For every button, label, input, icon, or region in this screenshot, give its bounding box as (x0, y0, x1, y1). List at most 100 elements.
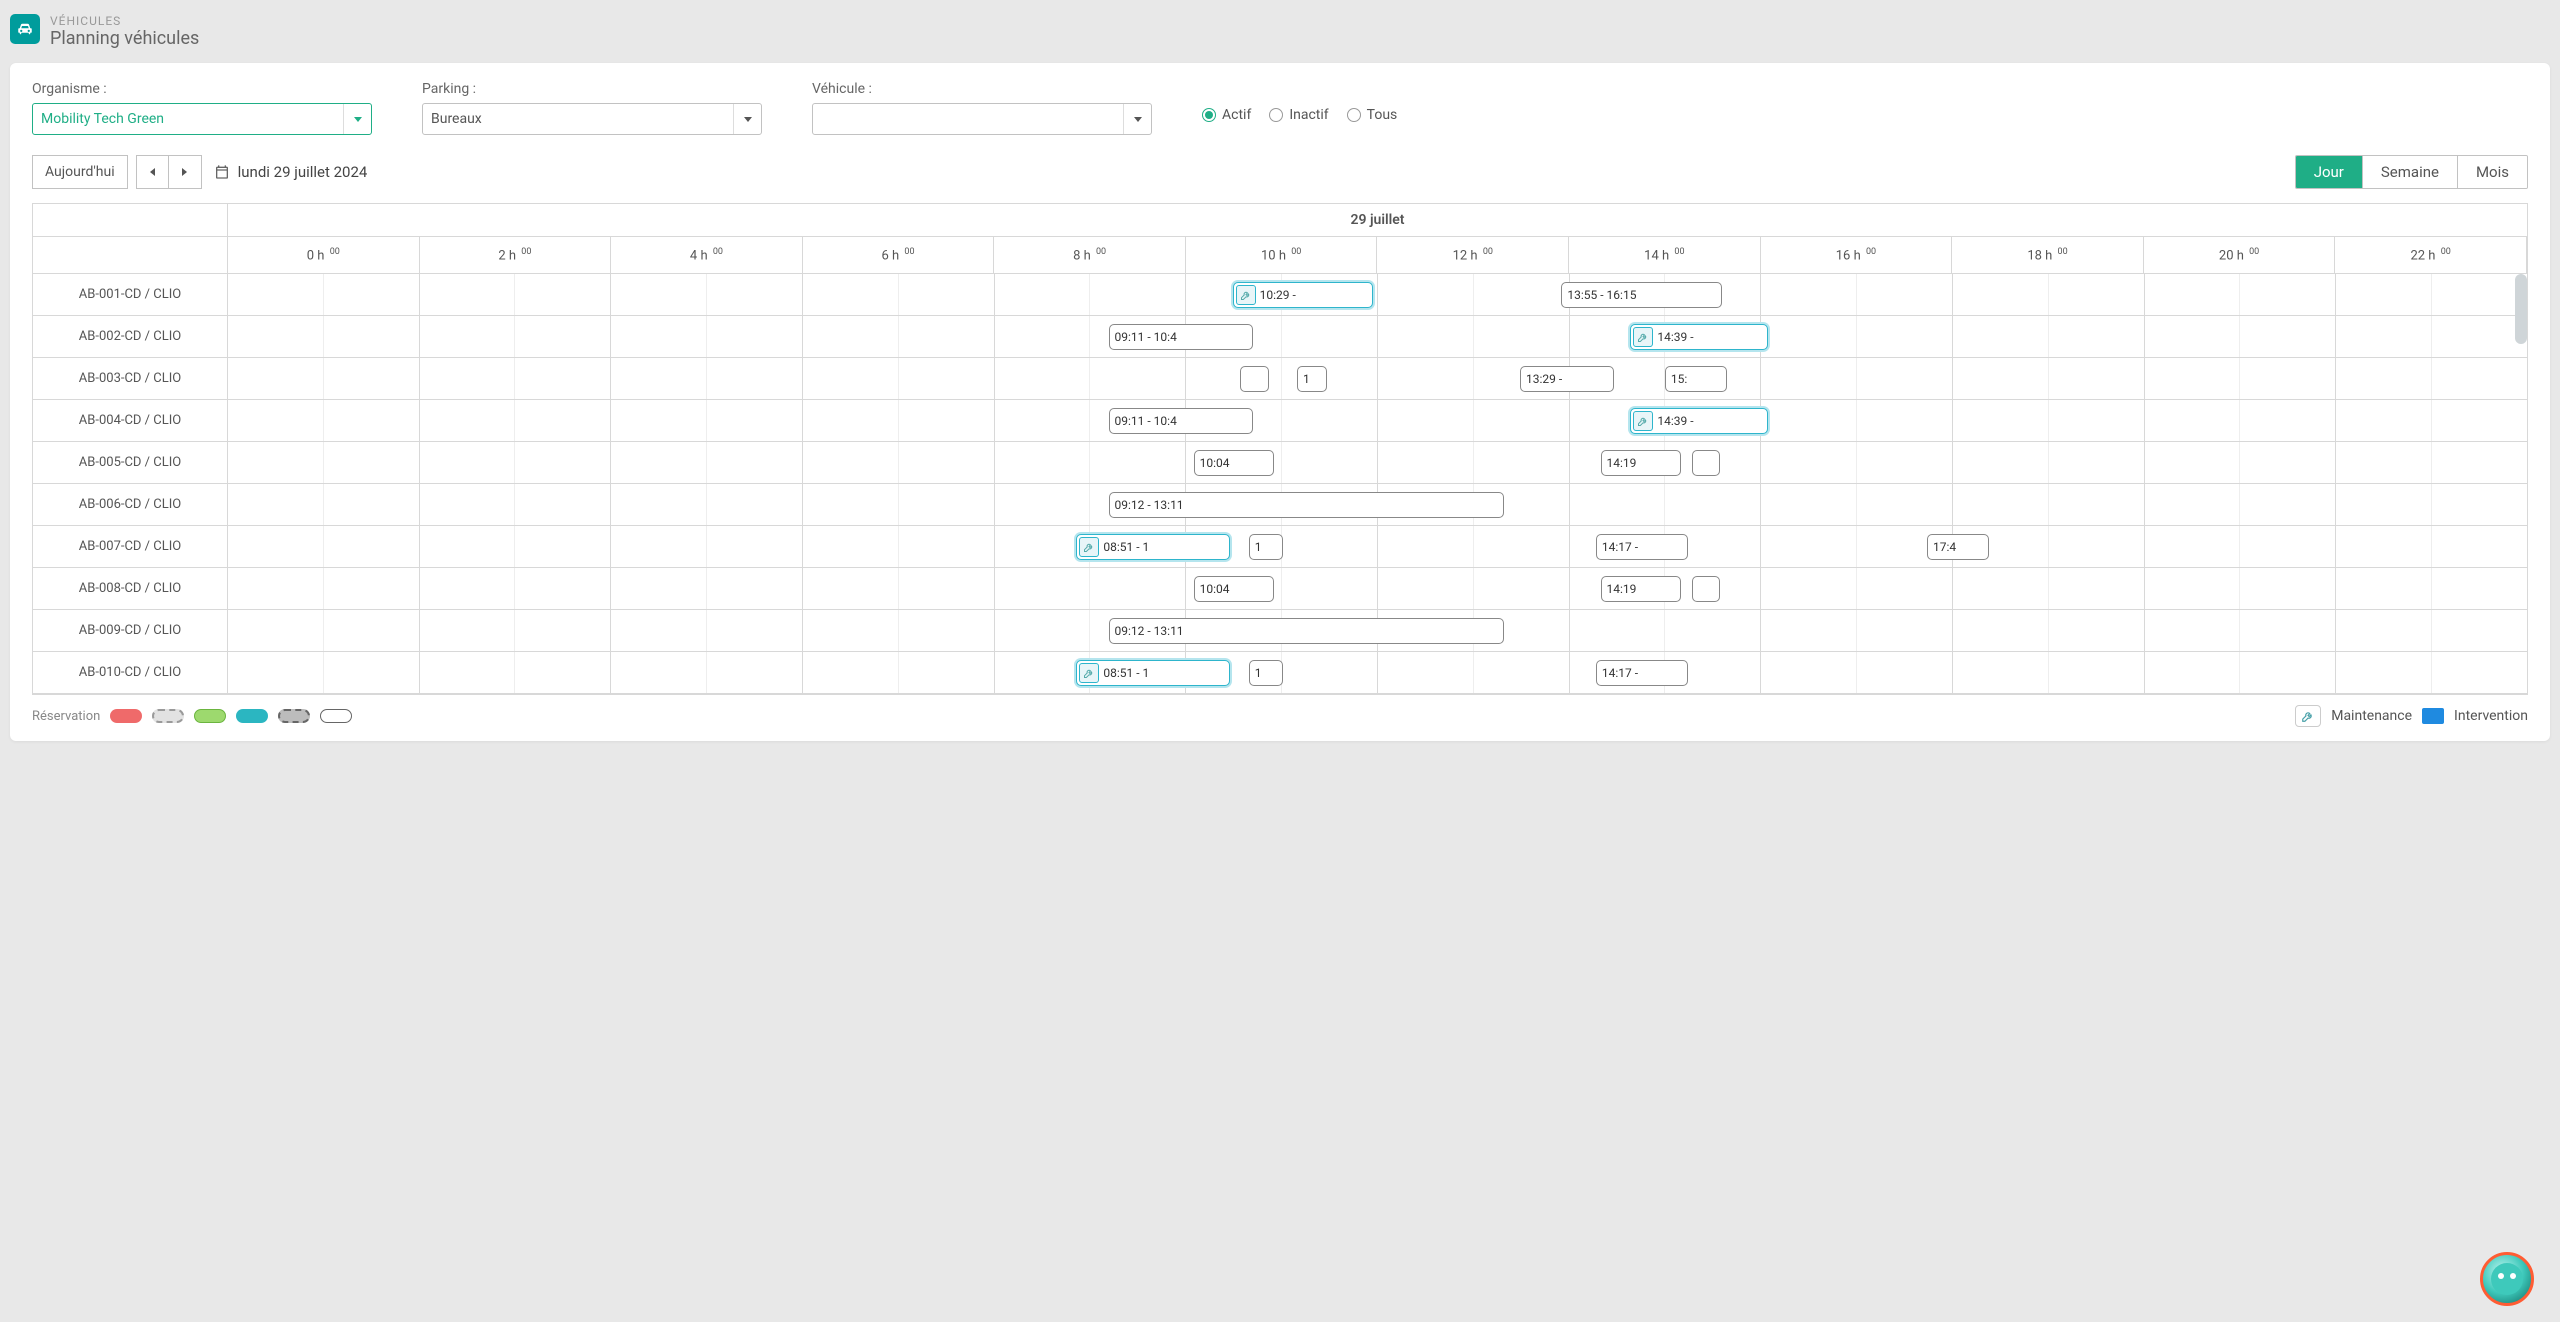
select-organisme[interactable]: Mobility Tech Green (32, 103, 372, 135)
filter-vehicle: Véhicule : (812, 81, 1162, 135)
bar-label: 1 (1255, 540, 1262, 554)
bar-label: 09:11 - 10:4 (1115, 414, 1177, 428)
chevron-down-icon (733, 104, 761, 134)
bar-label: 09:12 - 13:11 (1115, 624, 1184, 638)
vehicle-label: AB-008-CD / CLIO (33, 568, 228, 609)
row-timeline: 10:04 14:19 (228, 442, 2527, 483)
vehicle-label: AB-004-CD / CLIO (33, 400, 228, 441)
filter-vehicle-label: Véhicule : (812, 81, 1162, 97)
filter-organisme: Organisme : Mobility Tech Green (32, 81, 382, 135)
reservation-bar[interactable]: 14:17 - (1596, 660, 1688, 686)
reservation-bar[interactable]: 1 (1297, 366, 1327, 392)
reservation-bar[interactable] (1240, 366, 1270, 392)
reservation-bar[interactable]: 10:04 (1194, 450, 1274, 476)
page-title: Planning véhicules (50, 28, 199, 49)
car-icon (10, 14, 40, 44)
toolbar: Aujourd'hui lundi 29 juillet 2024 JourSe… (32, 155, 2528, 189)
maintenance-bar[interactable]: 10:29 - (1233, 282, 1373, 308)
next-day-button[interactable] (169, 156, 201, 188)
vehicle-label: AB-003-CD / CLIO (33, 358, 228, 399)
view-switch: JourSemaineMois (2295, 155, 2528, 189)
row-timeline: 10:29 - 13:55 - 16:15 (228, 274, 2527, 315)
swatch-white (320, 709, 352, 723)
filter-parking: Parking : Bureaux (422, 81, 772, 135)
bar-label: 09:11 - 10:4 (1115, 330, 1177, 344)
swatch-red (110, 709, 142, 723)
radio-tous[interactable]: Tous (1347, 107, 1398, 123)
time-col: 20 h 00 (2144, 237, 2336, 273)
scrollbar-thumb[interactable] (2515, 274, 2527, 344)
reservation-bar[interactable]: 09:11 - 10:4 (1109, 408, 1254, 434)
wrench-icon (2295, 705, 2321, 727)
time-col: 10 h 00 (1186, 237, 1378, 273)
reservation-bar[interactable]: 14:17 - (1596, 534, 1688, 560)
view-jour[interactable]: Jour (2296, 156, 2362, 188)
swatch-teal (236, 709, 268, 723)
reservation-bar[interactable]: 17:4 (1927, 534, 1989, 560)
row-timeline: 08:51 - 1 1 14:17 - 17:4 (228, 526, 2527, 567)
select-parking[interactable]: Bureaux (422, 103, 762, 135)
time-col: 14 h 00 (1569, 237, 1761, 273)
maintenance-bar[interactable]: 14:39 - (1630, 324, 1768, 350)
time-col: 22 h 00 (2335, 237, 2527, 273)
bar-label: 14:39 - (1657, 330, 1693, 344)
view-semaine[interactable]: Semaine (2362, 156, 2457, 188)
radio-actif[interactable]: Actif (1202, 107, 1251, 123)
select-parking-value: Bureaux (431, 111, 482, 127)
radio-label: Tous (1367, 107, 1398, 123)
reservation-bar[interactable]: 14:19 (1601, 450, 1681, 476)
reservation-bar[interactable]: 1 (1249, 534, 1283, 560)
bar-label: 15: (1671, 372, 1687, 386)
time-col: 16 h 00 (1761, 237, 1953, 273)
swatch-green (194, 709, 226, 723)
reservation-bar[interactable] (1692, 576, 1720, 602)
bar-label: 14:17 - (1602, 666, 1638, 680)
legend: Réservation Maintenance Intervention (32, 705, 2528, 727)
nav-prev-next (136, 155, 202, 189)
date-display[interactable]: lundi 29 juillet 2024 (214, 163, 368, 181)
reservation-bar[interactable] (1692, 450, 1720, 476)
time-header: 0 h 002 h 004 h 006 h 008 h 0010 h 0012 … (228, 237, 2527, 273)
time-col: 12 h 00 (1377, 237, 1569, 273)
bar-label: 1 (1303, 372, 1310, 386)
filter-parking-label: Parking : (422, 81, 772, 97)
table-row: AB-001-CD / CLIO10:29 -13:55 - 16:15 (33, 274, 2527, 316)
vehicle-label: AB-007-CD / CLIO (33, 526, 228, 567)
bar-label: 17:4 (1933, 540, 1956, 554)
time-col: 4 h 00 (611, 237, 803, 273)
row-timeline: 09:11 - 10:4 14:39 - (228, 316, 2527, 357)
chatbot-avatar[interactable] (2480, 1252, 2534, 1306)
chevron-down-icon (343, 104, 371, 134)
filter-org-label: Organisme : (32, 81, 382, 97)
reservation-bar[interactable]: 13:29 - (1520, 366, 1614, 392)
reservation-bar[interactable]: 13:55 - 16:15 (1561, 282, 1722, 308)
swatch-dashed-gray (152, 709, 184, 723)
maintenance-bar[interactable]: 14:39 - (1630, 408, 1768, 434)
reservation-bar[interactable]: 09:12 - 13:11 (1109, 492, 1504, 518)
reservation-bar[interactable]: 09:11 - 10:4 (1109, 324, 1254, 350)
view-mois[interactable]: Mois (2457, 156, 2527, 188)
radio-inactif[interactable]: Inactif (1269, 107, 1328, 123)
date-text: lundi 29 juillet 2024 (238, 163, 368, 181)
radio-dot-icon (1347, 108, 1361, 122)
reservation-bar[interactable]: 14:19 (1601, 576, 1681, 602)
maintenance-bar[interactable]: 08:51 - 1 (1076, 660, 1230, 686)
vehicle-label: AB-010-CD / CLIO (33, 652, 228, 693)
reservation-bar[interactable]: 1 (1249, 660, 1283, 686)
select-vehicle[interactable] (812, 103, 1152, 135)
wrench-icon (1079, 537, 1099, 557)
calendar-icon (214, 164, 230, 180)
scheduler-body[interactable]: AB-001-CD / CLIO10:29 -13:55 - 16:15AB-0… (33, 274, 2527, 694)
prev-day-button[interactable] (137, 156, 169, 188)
table-row: AB-008-CD / CLIO 10:04 14:19 (33, 568, 2527, 610)
today-button[interactable]: Aujourd'hui (32, 155, 128, 189)
row-timeline: 09:11 - 10:4 14:39 - (228, 400, 2527, 441)
bar-label: 14:17 - (1602, 540, 1638, 554)
bar-label: 09:12 - 13:11 (1115, 498, 1184, 512)
swatch-dashed-dark (278, 709, 310, 723)
maintenance-bar[interactable]: 08:51 - 1 (1076, 534, 1230, 560)
reservation-bar[interactable]: 15: (1665, 366, 1727, 392)
time-col: 18 h 00 (1952, 237, 2144, 273)
reservation-bar[interactable]: 10:04 (1194, 576, 1274, 602)
reservation-bar[interactable]: 09:12 - 13:11 (1109, 618, 1504, 644)
